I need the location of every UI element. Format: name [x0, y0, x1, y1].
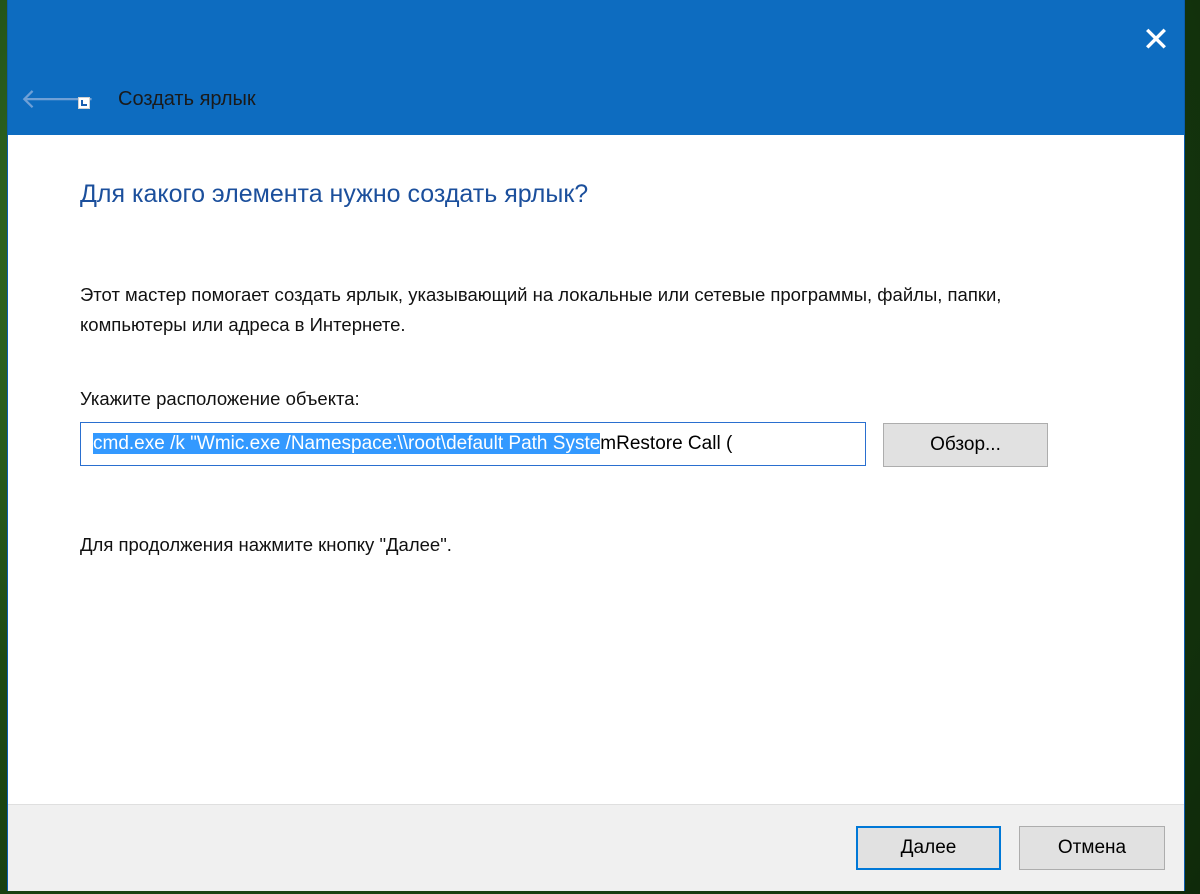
location-rest-text: mRestore Call ( — [600, 433, 733, 454]
footer-bar: Далее Отмена — [8, 804, 1184, 891]
cancel-button[interactable]: Отмена — [1019, 826, 1165, 870]
location-selected-text: cmd.exe /k "Wmic.exe /Namespace:\\root\d… — [93, 433, 601, 454]
browse-button[interactable]: Обзор... — [883, 423, 1048, 467]
title-bar: ✕ 🡐 Создать ярлык — [8, 0, 1184, 135]
location-label: Укажите расположение объекта: — [80, 388, 360, 409]
close-icon[interactable]: ✕ — [1128, 0, 1184, 80]
wizard-description: Этот мастер помогает создать ярлык, указ… — [80, 284, 1002, 335]
back-arrow-icon[interactable]: 🡐 — [20, 85, 95, 113]
continue-hint: Для продолжения нажмите кнопку "Далее". — [80, 534, 452, 555]
next-button[interactable]: Далее — [856, 826, 1001, 870]
location-input[interactable]: cmd.exe /k "Wmic.exe /Namespace:\\root\d… — [80, 422, 866, 466]
window-title: Создать ярлык — [118, 88, 256, 110]
page-heading: Для какого элемента нужно создать ярлык? — [80, 180, 589, 208]
create-shortcut-window: ✕ 🡐 Создать ярлык Для какого элемента ну… — [8, 0, 1184, 891]
shortcut-icon — [78, 97, 90, 109]
